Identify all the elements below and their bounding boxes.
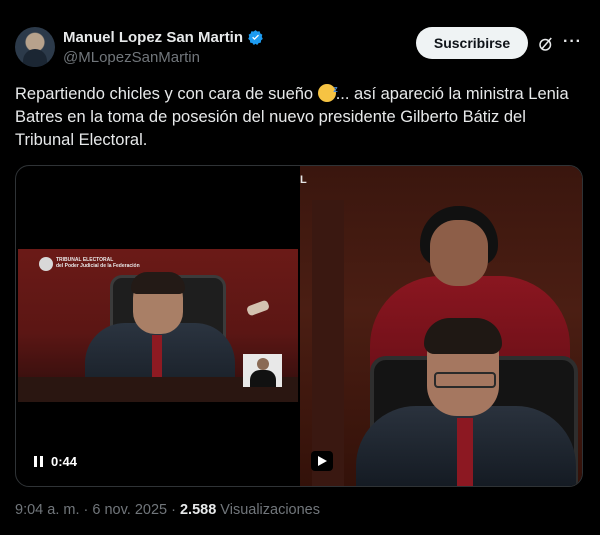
grok-icon[interactable] [537,35,555,53]
play-button[interactable] [311,451,333,471]
sign-language-interpreter [243,354,282,387]
video-player[interactable]: TRIBUNAL ELECTORAL del Poder Judicial de… [15,165,583,487]
views-label: Visualizaciones [216,502,320,518]
post-metadata: 9:04 a. m. · 6 nov. 2025 · 2.588 Visuali… [15,502,320,518]
hand-with-gum [245,299,271,317]
sleeping-face-emoji-icon [317,78,338,102]
author-name-row[interactable]: Manuel Lopez San Martin [63,29,264,46]
post-date[interactable]: 6 nov. 2025 [92,502,167,518]
video-frame-left: TRIBUNAL ELECTORAL del Poder Judicial de… [18,249,298,402]
pause-icon[interactable] [34,456,43,467]
post-text-part-1: Repartiendo chicles y con cara de sueño [15,85,318,103]
views-count: 2.588 [179,502,217,518]
man-right-tie [457,418,473,486]
subscribe-button[interactable]: Suscribirse [416,27,528,59]
author-name[interactable]: Manuel Lopez San Martin [63,29,243,46]
pause-control[interactable]: 0:44 [34,454,77,469]
woman-face [430,220,488,286]
post-time[interactable]: 9:04 a. m. [15,502,79,518]
verified-badge-icon [248,30,263,46]
more-options-icon[interactable]: ··· [563,33,582,51]
author-handle[interactable]: @MLopezSanMartin [63,49,200,66]
man-right-glasses [434,372,496,388]
man-left-hair [131,272,185,294]
post-text: Repartiendo chicles y con cara de sueño … [15,78,585,152]
man-right-hair [424,318,502,354]
video-frame-right: L [300,166,582,486]
tribunal-logo-text: TRIBUNAL ELECTORAL del Poder Judicial de… [56,257,140,269]
author-avatar[interactable] [15,27,55,67]
separator: · [167,502,180,518]
video-time: 0:44 [51,454,78,469]
play-icon [318,456,327,466]
separator: · [79,502,93,518]
frame-right-text: L [300,174,307,186]
tribunal-logo-icon [39,257,53,271]
wall-panel [312,200,344,486]
